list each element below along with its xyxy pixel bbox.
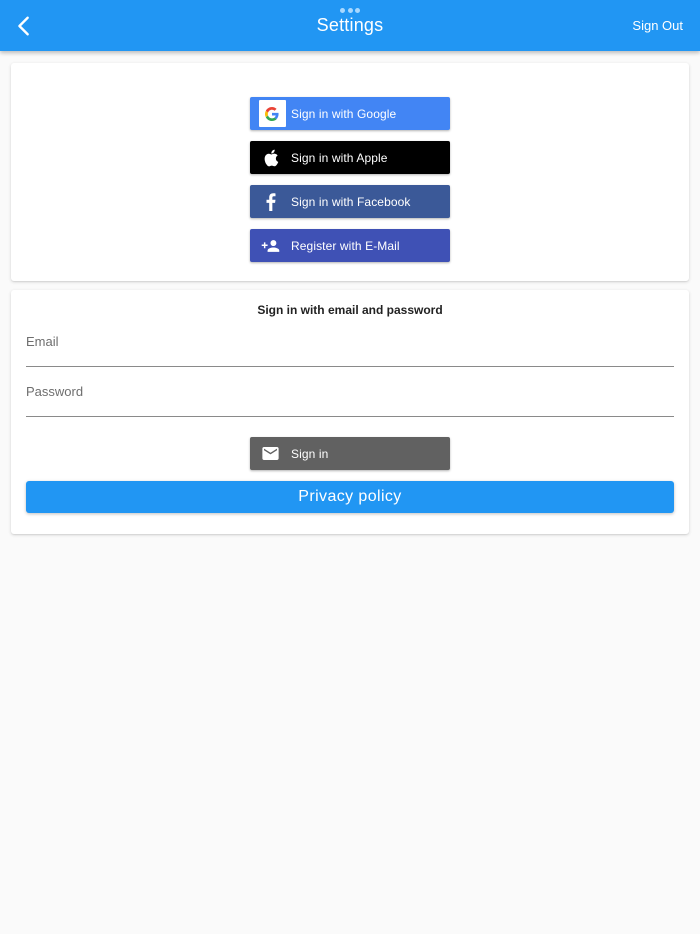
password-field[interactable] [26,381,674,416]
email-sign-in-card: Sign in with email and password Sign in … [11,290,689,534]
register-button-label: Register with E-Mail [291,238,400,253]
email-field-container [26,331,674,367]
social-sign-in-card: Sign in with Google Sign in with Apple S… [11,63,689,281]
google-button-label: Sign in with Google [291,106,397,121]
apple-button-label: Sign in with Apple [291,150,388,165]
more-dots-icon[interactable] [340,8,360,14]
email-sign-in-heading: Sign in with email and password [257,303,443,317]
facebook-icon [266,192,275,211]
facebook-button-label: Sign in with Facebook [291,194,411,209]
sign-out-button[interactable]: Sign Out [632,18,683,33]
password-field-container [26,381,674,417]
mail-icon [262,447,279,460]
privacy-policy-button[interactable]: Privacy policy [26,481,674,513]
person-add-icon [261,239,280,252]
facebook-sign-in-button[interactable]: Sign in with Facebook [250,185,450,218]
apple-icon [264,149,278,166]
app-bar: Settings Sign Out [0,0,700,51]
page-title: Settings [316,15,384,35]
google-sign-in-button[interactable]: Sign in with Google [250,97,450,130]
google-icon [265,106,279,121]
email-field[interactable] [26,331,674,366]
apple-sign-in-button[interactable]: Sign in with Apple [250,141,450,174]
sign-in-button[interactable]: Sign in [250,437,450,470]
register-email-button[interactable]: Register with E-Mail [250,229,450,262]
sign-in-button-label: Sign in [291,446,329,461]
